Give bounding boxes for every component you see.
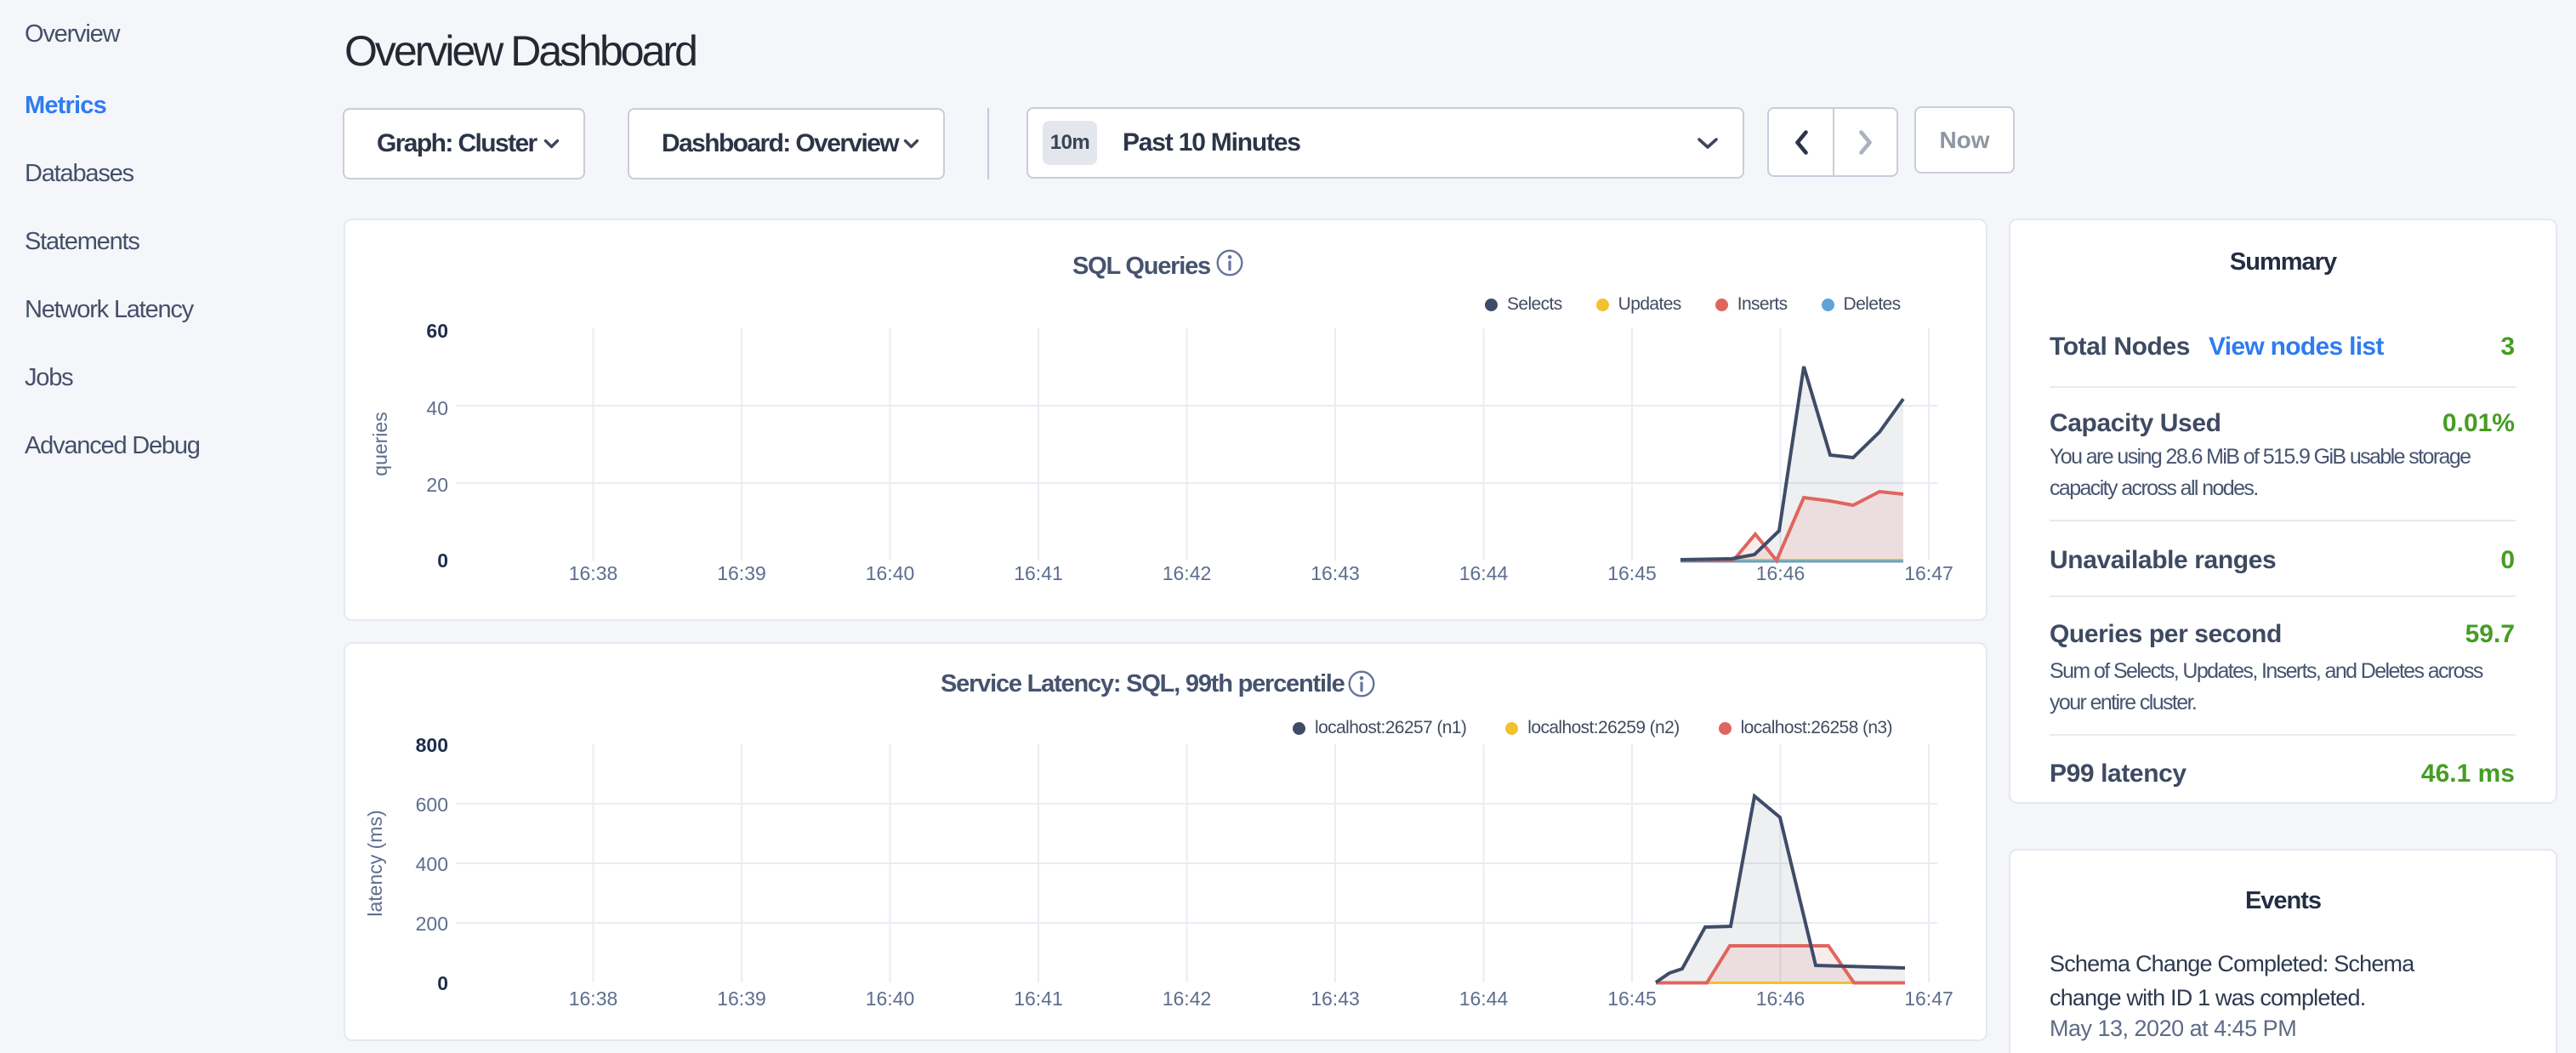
svg-text:600: 600 bbox=[416, 794, 448, 816]
svg-text:16:41: 16:41 bbox=[1014, 562, 1063, 584]
svg-text:queries: queries bbox=[369, 412, 391, 475]
svg-text:16:46: 16:46 bbox=[1756, 562, 1805, 584]
svg-text:16:42: 16:42 bbox=[1163, 988, 1212, 1010]
svg-text:16:47: 16:47 bbox=[1904, 562, 1953, 584]
svg-text:0: 0 bbox=[437, 972, 448, 994]
svg-text:40: 40 bbox=[426, 397, 448, 419]
svg-text:16:45: 16:45 bbox=[1607, 988, 1657, 1010]
svg-text:16:39: 16:39 bbox=[717, 988, 766, 1010]
svg-text:16:43: 16:43 bbox=[1311, 988, 1360, 1010]
svg-text:16:38: 16:38 bbox=[569, 562, 618, 584]
svg-text:16:45: 16:45 bbox=[1607, 562, 1657, 584]
svg-text:0: 0 bbox=[437, 549, 448, 572]
svg-text:16:43: 16:43 bbox=[1311, 562, 1360, 584]
svg-text:16:44: 16:44 bbox=[1459, 562, 1509, 584]
svg-text:16:40: 16:40 bbox=[866, 562, 915, 584]
svg-text:60: 60 bbox=[426, 320, 448, 342]
svg-text:16:40: 16:40 bbox=[866, 988, 915, 1010]
svg-text:16:44: 16:44 bbox=[1459, 988, 1509, 1010]
svg-text:800: 800 bbox=[416, 734, 448, 756]
svg-text:16:47: 16:47 bbox=[1904, 988, 1953, 1010]
svg-text:16:39: 16:39 bbox=[717, 562, 766, 584]
svg-text:200: 200 bbox=[416, 913, 448, 935]
svg-text:400: 400 bbox=[416, 853, 448, 875]
svg-text:16:46: 16:46 bbox=[1756, 988, 1805, 1010]
svg-text:16:38: 16:38 bbox=[569, 988, 618, 1010]
svg-text:16:41: 16:41 bbox=[1014, 988, 1063, 1010]
svg-text:20: 20 bbox=[426, 474, 448, 496]
svg-text:latency (ms): latency (ms) bbox=[364, 810, 386, 916]
svg-text:16:42: 16:42 bbox=[1163, 562, 1212, 584]
